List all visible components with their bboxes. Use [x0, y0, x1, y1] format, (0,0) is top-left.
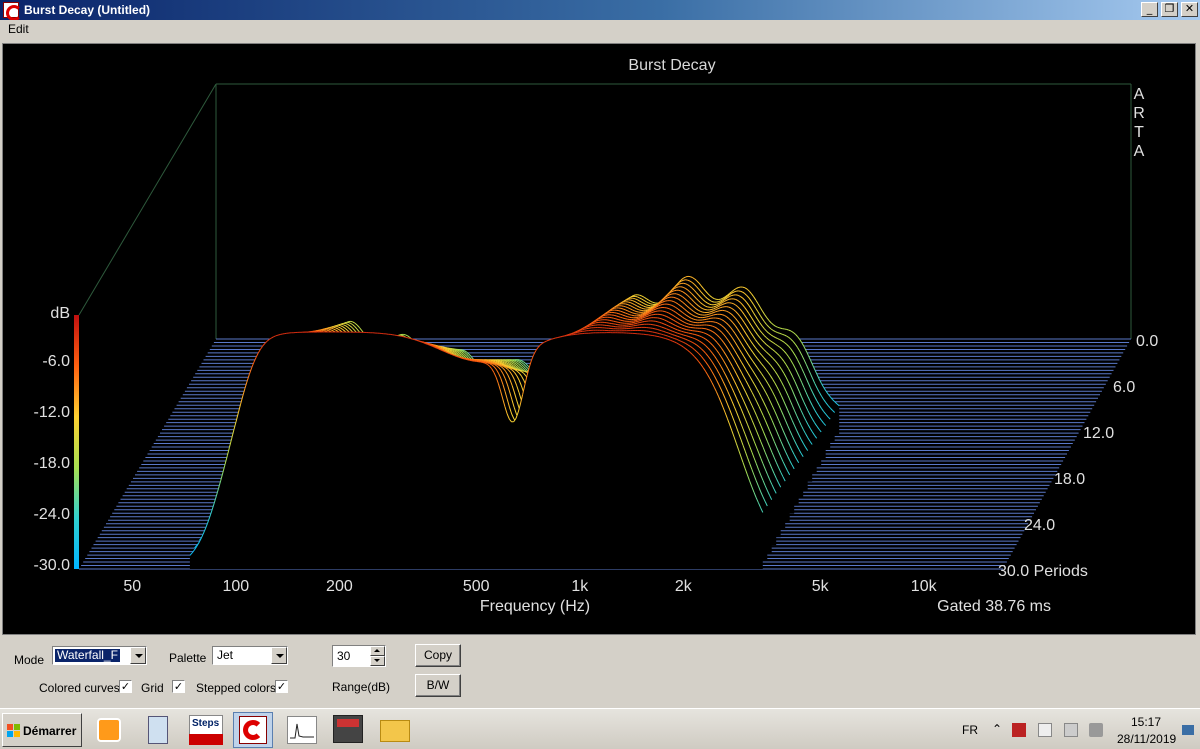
restore-button[interactable]: ❐ [1161, 2, 1178, 17]
arta-brand-letter: R [1133, 105, 1145, 122]
x-tick-label: 50 [123, 578, 141, 595]
tray-flag-icon[interactable] [1012, 723, 1026, 737]
clock-date[interactable]: 28/11/2019 [1117, 732, 1176, 746]
stepped-colors-label: Stepped colors [196, 681, 277, 695]
x-tick-label: 5k [812, 578, 830, 595]
period-tick-label: 6.0 [1113, 379, 1135, 396]
show-desktop-icon[interactable] [1182, 725, 1194, 735]
colored-curves-label: Colored curves [39, 681, 120, 695]
start-label: Démarrer [23, 724, 77, 738]
minimize-button[interactable]: _ [1141, 2, 1158, 17]
arta-brand-letter: A [1134, 143, 1145, 160]
plot-frame [78, 83, 1132, 339]
palette-value: Jet [217, 648, 234, 662]
db-color-bar [74, 315, 79, 569]
period-tick-label: 0.0 [1136, 333, 1158, 350]
steps-label: Steps [192, 718, 220, 729]
volume-icon[interactable] [1089, 723, 1103, 737]
range-value: 30 [337, 649, 351, 663]
y-tick-label: -18.0 [34, 455, 71, 472]
limp-app-icon[interactable] [282, 712, 322, 748]
close-button[interactable]: ✕ [1181, 2, 1198, 17]
window-title: Burst Decay (Untitled) [24, 3, 151, 17]
x-axis-label: Frequency (Hz) [480, 598, 590, 615]
bw-button[interactable]: B/W [415, 674, 461, 697]
tray-chevron-icon[interactable]: ⌃ [992, 722, 1002, 736]
action-center-icon[interactable] [1038, 723, 1052, 737]
taskbar: Démarrer Steps FR ⌃ 15:17 28/11/2019 [0, 708, 1200, 749]
colored-curves-checkbox[interactable]: ✓ [119, 680, 132, 693]
clock-time[interactable]: 15:17 [1131, 715, 1161, 729]
calculator-icon[interactable] [138, 712, 178, 748]
x-tick-label: 200 [326, 578, 353, 595]
arta-brand-letter: A [1134, 86, 1145, 103]
y-tick-label: -30.0 [34, 557, 71, 574]
period-tick-label: 12.0 [1083, 425, 1114, 442]
range-spinner[interactable]: 30 [332, 645, 386, 667]
palette-label: Palette [169, 651, 207, 665]
x-tick-label: 500 [463, 578, 490, 595]
period-tick-label: 30.0 Periods [998, 563, 1088, 580]
x-tick-label: 2k [675, 578, 693, 595]
app-window: Burst Decay (Untitled) _ ❐ ✕ Edit Burst … [0, 0, 1200, 749]
title-bar: Burst Decay (Untitled) _ ❐ ✕ [0, 0, 1200, 21]
decay-slice [189, 331, 764, 569]
windows-logo-icon [7, 724, 21, 738]
grid-checkbox[interactable]: ✓ [172, 680, 185, 693]
start-button[interactable]: Démarrer [2, 713, 82, 747]
stepped-colors-checkbox[interactable]: ✓ [275, 680, 288, 693]
mode-value: Waterfall_F [55, 648, 120, 662]
y-tick-label: -24.0 [34, 506, 71, 523]
chart-title: Burst Decay [628, 57, 715, 74]
grid-label: Grid [141, 681, 164, 695]
media-app-icon[interactable] [328, 712, 368, 748]
burst-decay-plot: Burst Decay -6.0 -12.0 -18.0 -24.0 -30.0 dB 50… [2, 43, 1196, 635]
chevron-down-icon[interactable] [271, 647, 287, 664]
decay-curves [189, 275, 894, 569]
language-indicator[interactable]: FR [962, 723, 978, 737]
period-tick-label: 18.0 [1054, 471, 1085, 488]
y-tick-label: -6.0 [42, 353, 70, 370]
waterfall-chart: Burst Decay -6.0 -12.0 -18.0 -24.0 -30.0 dB 50… [34, 57, 1159, 615]
x-tick-label: 10k [911, 578, 938, 595]
y-axis-label: dB [50, 305, 70, 322]
spin-down-icon[interactable] [370, 656, 385, 666]
x-tick-label: 1k [571, 578, 589, 595]
range-label: Range(dB) [332, 680, 391, 694]
y-tick-label: -12.0 [34, 404, 71, 421]
arta-taskbar-icon[interactable] [233, 712, 273, 748]
period-tick-label: 24.0 [1024, 517, 1055, 534]
steps-app-icon[interactable]: Steps [186, 712, 226, 748]
arta-app-icon [3, 2, 22, 21]
chevron-down-icon[interactable] [130, 647, 146, 664]
menu-edit[interactable]: Edit [8, 22, 29, 36]
control-panel: Mode Waterfall_F Palette Jet 30 Range(dB… [0, 638, 1200, 708]
arta-brand-letter: T [1134, 124, 1144, 141]
network-icon[interactable] [1064, 723, 1078, 737]
gated-time-label: Gated 38.76 ms [937, 598, 1051, 615]
spin-up-icon[interactable] [370, 646, 385, 656]
x-tick-label: 100 [222, 578, 249, 595]
mode-label: Mode [14, 653, 45, 667]
copy-button[interactable]: Copy [415, 644, 461, 667]
media-player-icon[interactable] [89, 712, 129, 748]
explorer-folder-icon[interactable] [375, 712, 415, 748]
palette-select[interactable]: Jet [212, 646, 288, 665]
mode-select[interactable]: Waterfall_F [52, 646, 147, 665]
menu-bar: Edit [0, 20, 1200, 39]
